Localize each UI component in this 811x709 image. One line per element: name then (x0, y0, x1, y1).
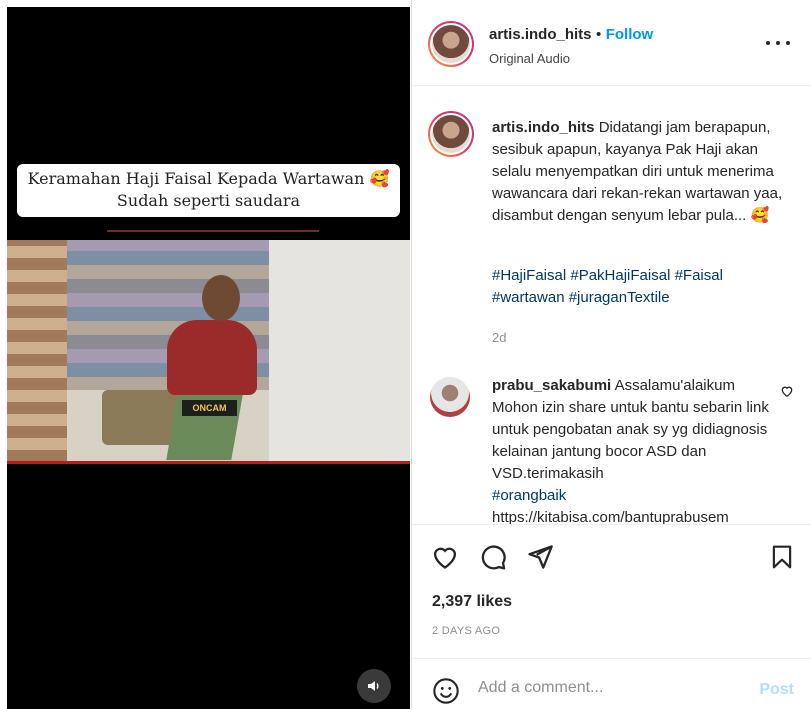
post-time[interactable]: 2d (492, 330, 506, 345)
more-options-button[interactable] (766, 33, 790, 53)
video-frame: ONCAM (7, 240, 410, 462)
comment-icon (481, 545, 506, 570)
avatar-image (432, 25, 470, 63)
comment-button[interactable] (479, 543, 507, 576)
hashtags: #HajiFaisal #PakHajiFaisal #Faisal #wart… (492, 265, 797, 309)
emoji-button[interactable] (432, 677, 460, 709)
follow-button[interactable]: Follow (606, 26, 654, 43)
instagram-post-view: Keramahan Haji Faisal Kepada Wartawan 🥰 … (0, 0, 811, 709)
likes-count[interactable]: 2,397 likes (432, 593, 512, 611)
comment-like-button[interactable] (780, 384, 794, 403)
comment-link[interactable]: https://kitabisa.com/bantuprabusem (492, 507, 772, 524)
add-comment-bar: Post (412, 658, 811, 709)
wall (269, 240, 410, 462)
video-caption-line-2: Sudah seperti saudara (116, 191, 301, 210)
heart-icon (433, 547, 457, 569)
author-avatar[interactable] (428, 21, 474, 67)
post-header: artis.indo_hits • Follow Original Audio (412, 0, 811, 86)
bookmark-icon (772, 545, 792, 569)
hashtag-line[interactable]: #wartawan #juraganTextile (492, 287, 797, 309)
author-username[interactable]: artis.indo_hits (489, 26, 592, 43)
commenter-avatar[interactable] (430, 377, 470, 417)
video-caption-line-1: Keramahan Haji Faisal Kepada Wartawan 🥰 (27, 169, 390, 188)
person-shirt (167, 320, 257, 395)
comment-hashtag[interactable]: #orangbaik (492, 485, 772, 507)
post-date[interactable]: 2 DAYS AGO (432, 625, 500, 637)
post-side-panel: artis.indo_hits • Follow Original Audio … (411, 0, 811, 709)
caption-username[interactable]: artis.indo_hits (492, 119, 595, 136)
mute-toggle-button[interactable] (357, 669, 391, 703)
share-button[interactable] (526, 543, 554, 576)
video-progress-line (7, 461, 410, 464)
caption-divider (107, 230, 319, 232)
video-caption: Keramahan Haji Faisal Kepada Wartawan 🥰 … (17, 164, 400, 217)
channel-logo: ONCAM (182, 400, 237, 416)
comments-list[interactable]: artis.indo_hits Didatangi jam berapapun,… (412, 87, 811, 524)
like-button[interactable] (431, 543, 459, 576)
hashtag-line[interactable]: #HajiFaisal #PakHajiFaisal #Faisal (492, 265, 797, 287)
video-player[interactable]: Keramahan Haji Faisal Kepada Wartawan 🥰 … (7, 7, 410, 709)
speaker-icon (368, 681, 379, 691)
heart-icon (781, 386, 793, 398)
post-actions: 2,397 likes 2 DAYS AGO (412, 524, 811, 658)
separator-dot: • (595, 26, 602, 43)
post-caption: artis.indo_hits Didatangi jam berapapun,… (492, 117, 797, 227)
comment: prabu_sakabumi Assalamu'alaikum Mohon iz… (492, 375, 772, 524)
person-head (202, 275, 240, 321)
comment-input[interactable] (478, 679, 738, 697)
more-horizontal-icon (766, 41, 770, 45)
caption-author-avatar[interactable] (428, 111, 474, 157)
fabric-shelf-left (7, 240, 69, 462)
save-button[interactable] (769, 543, 795, 576)
audio-label[interactable]: Original Audio (489, 51, 570, 66)
emoji-icon (433, 678, 459, 704)
send-icon (528, 545, 553, 569)
comment-username[interactable]: prabu_sakabumi (492, 377, 611, 394)
post-comment-button[interactable]: Post (759, 681, 794, 699)
